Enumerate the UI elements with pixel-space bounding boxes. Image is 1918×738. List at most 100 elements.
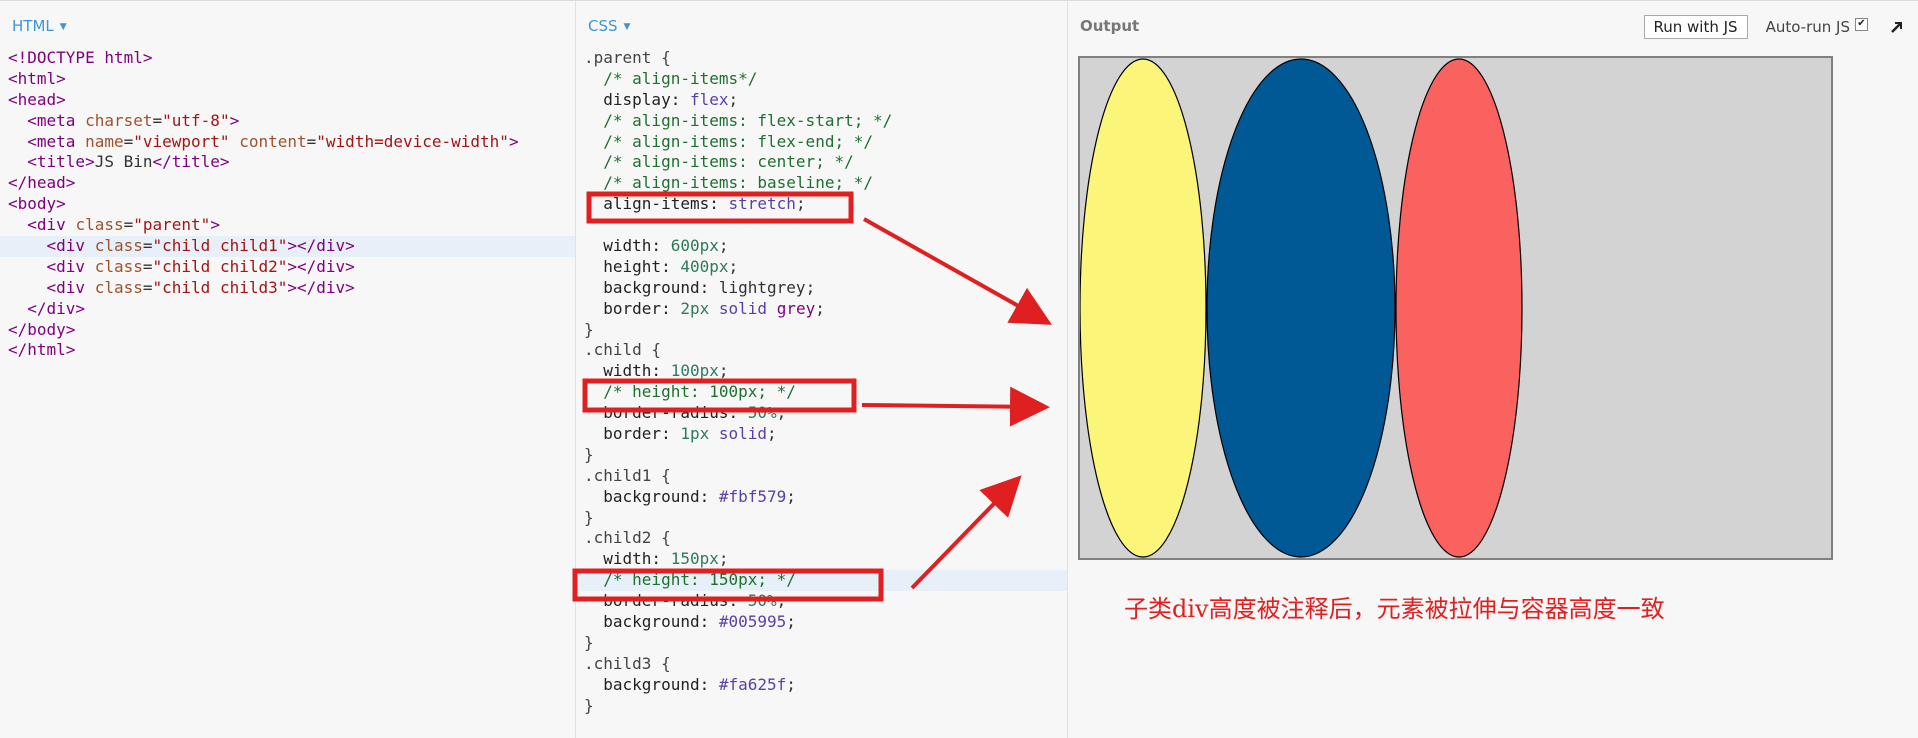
code-line[interactable]: .child {: [584, 340, 1067, 361]
code-line[interactable]: }: [584, 508, 1067, 529]
code-line[interactable]: /* height: 100px; */: [584, 382, 1067, 403]
code-line[interactable]: </html>: [8, 340, 575, 361]
code-line[interactable]: .child2 {: [584, 528, 1067, 549]
code-line[interactable]: display: flex;: [584, 90, 1067, 111]
code-token: border:: [603, 424, 681, 444]
code-line[interactable]: <!DOCTYPE html>: [8, 48, 575, 69]
code-token: /* align-items: flex-start; */: [603, 110, 893, 130]
code-token: /* align-items: center; */: [603, 152, 854, 172]
code-line[interactable]: .child3 {: [584, 654, 1067, 675]
code-token: <div: [46, 236, 95, 256]
code-line[interactable]: /* align-items: flex-start; */: [584, 111, 1067, 132]
code-line[interactable]: border: 2px solid grey;: [584, 299, 1067, 320]
code-line[interactable]: <html>: [8, 69, 575, 90]
code-line[interactable]: background: #fa625f;: [584, 675, 1067, 696]
code-line[interactable]: .parent {: [584, 48, 1067, 69]
caret-down-icon[interactable]: ▼: [60, 22, 67, 32]
code-line[interactable]: <head>: [8, 90, 575, 111]
code-token: height:: [603, 256, 681, 276]
code-line[interactable]: </head>: [8, 173, 575, 194]
caret-down-icon[interactable]: ▼: [624, 22, 631, 32]
code-token: =: [142, 277, 153, 297]
code-token: grey: [776, 298, 816, 318]
code-line[interactable]: border: 1px solid;: [584, 424, 1067, 445]
code-token: "viewport": [133, 131, 230, 151]
css-pane-tab[interactable]: CSS ▼: [588, 17, 630, 35]
output-toolbar: Run with JS Auto-run JS ✔: [1643, 15, 1905, 39]
code-line[interactable]: <meta charset="utf-8">: [8, 111, 575, 132]
code-line[interactable]: width: 150px;: [584, 549, 1067, 570]
code-line[interactable]: background: lightgrey;: [584, 278, 1067, 299]
auto-run-js-toggle[interactable]: Auto-run JS ✔: [1766, 18, 1868, 36]
annotation-note: 子类div高度被注释后，元素被拉伸与容器高度一致: [1124, 595, 1665, 623]
code-line[interactable]: width: 100px;: [584, 361, 1067, 382]
popout-arrow-icon[interactable]: [1890, 20, 1904, 34]
code-line[interactable]: <div class="child child1"></div>: [0, 236, 575, 257]
code-line[interactable]: <div class="child child2"></div>: [8, 257, 575, 278]
code-token: /* height: 100px; */: [603, 382, 796, 402]
code-token: <head>: [8, 89, 66, 109]
code-line[interactable]: <div class="parent">: [8, 215, 575, 236]
code-line[interactable]: width: 600px;: [584, 236, 1067, 257]
code-line[interactable]: <meta name="viewport" content="width=dev…: [8, 132, 575, 153]
code-token: <meta: [27, 110, 86, 130]
code-token: =: [123, 131, 134, 151]
code-line[interactable]: /* align-items: baseline; */: [584, 173, 1067, 194]
code-line[interactable]: /* align-items*/: [584, 69, 1067, 90]
code-line[interactable]: <div class="child child3"></div>: [8, 278, 575, 299]
html-pane-tab[interactable]: HTML ▼: [12, 17, 67, 35]
code-line[interactable]: </div>: [8, 299, 575, 320]
html-code-editor[interactable]: <!DOCTYPE html> <html> <head> <meta charse…: [0, 48, 575, 361]
code-line[interactable]: border-radius: 50%;: [584, 591, 1067, 612]
code-token: #fa625f: [718, 674, 787, 694]
code-token: }: [584, 444, 594, 464]
code-line[interactable]: /* align-items: flex-end; */: [584, 132, 1067, 153]
code-line[interactable]: <body>: [8, 194, 575, 215]
code-line[interactable]: .child1 {: [584, 466, 1067, 487]
code-token: ;: [786, 674, 796, 694]
code-line[interactable]: }: [584, 320, 1067, 341]
code-line[interactable]: <title>JS Bin</title>: [8, 152, 575, 173]
code-token: .parent {: [584, 48, 671, 67]
code-line[interactable]: background: #fbf579;: [584, 487, 1067, 508]
code-line[interactable]: }: [584, 445, 1067, 466]
code-token: .child2 {: [584, 528, 671, 548]
code-token: ;: [786, 486, 796, 506]
code-line[interactable]: }: [584, 633, 1067, 654]
code-line[interactable]: [584, 215, 1067, 236]
code-token: width:: [603, 236, 671, 256]
code-token: =: [152, 110, 163, 130]
code-line[interactable]: background: #005995;: [584, 612, 1067, 633]
code-line[interactable]: height: 400px;: [584, 257, 1067, 278]
run-with-js-button[interactable]: Run with JS: [1643, 15, 1748, 39]
code-line[interactable]: </body>: [8, 320, 575, 341]
code-token: border-radius:: [603, 403, 748, 423]
code-token: <div: [27, 215, 76, 235]
code-token: #005995: [718, 612, 787, 632]
code-token: ;: [718, 361, 729, 381]
code-token: >: [229, 110, 240, 130]
code-line[interactable]: border-radius: 50%;: [584, 403, 1067, 424]
code-token: <!DOCTYPE html>: [8, 48, 153, 67]
code-token: class: [94, 256, 143, 276]
code-token: ;: [728, 256, 739, 276]
code-line[interactable]: align-items: stretch;: [584, 194, 1067, 215]
code-token: ></div>: [287, 277, 355, 297]
code-line[interactable]: }: [584, 696, 1067, 717]
code-token: 50%: [747, 403, 777, 423]
code-token: </div>: [27, 298, 86, 318]
auto-run-js-checkbox[interactable]: ✔: [1855, 18, 1868, 31]
code-line[interactable]: /* height: 150px; */: [576, 570, 1067, 592]
code-token: </head>: [8, 173, 76, 193]
code-line[interactable]: /* align-items: center; */: [584, 152, 1067, 173]
code-token: "child child2": [152, 256, 288, 276]
css-code-editor[interactable]: .parent { /* align-items*/ display: flex…: [576, 48, 1067, 717]
